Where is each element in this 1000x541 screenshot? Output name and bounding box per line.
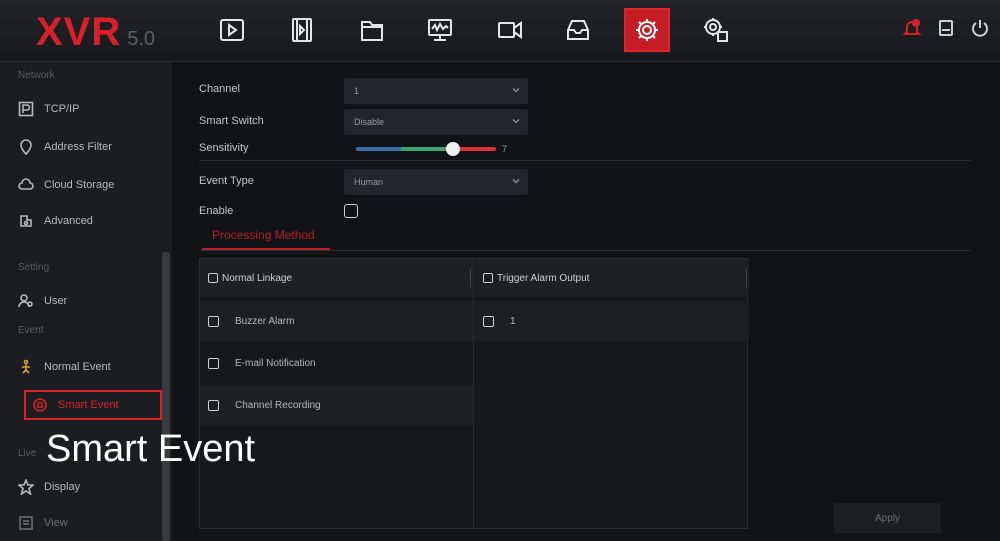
- sidebar-item-label: TCP/IP: [44, 103, 80, 115]
- trigger-alarm-label: Trigger Alarm Output: [497, 272, 590, 284]
- disk-icon[interactable]: [936, 18, 956, 43]
- sensitivity-slider-knob[interactable]: [446, 142, 460, 156]
- camera-icon[interactable]: [492, 12, 528, 48]
- sidebar-item-label: Cloud Storage: [44, 179, 115, 191]
- sidebar-section-network: Network: [18, 70, 55, 81]
- smart-switch-select[interactable]: Disable: [344, 109, 528, 135]
- playback-icon[interactable]: [214, 12, 250, 48]
- column-separator: [470, 269, 471, 287]
- view-icon: [19, 516, 33, 530]
- alarm-output-1-label: 1: [510, 315, 516, 327]
- list-item[interactable]: E-mail Notification: [200, 343, 473, 383]
- monitor-icon[interactable]: [422, 12, 458, 48]
- sidebar-item-advanced[interactable]: Advanced: [18, 206, 160, 236]
- system-settings-icon[interactable]: [698, 12, 734, 48]
- address-filter-icon: [20, 139, 32, 155]
- linkage-panel: Normal Linkage Buzzer Alarm E-mail Notif…: [199, 258, 749, 529]
- main-content: Channel 1 Smart Switch Disable Sensitivi…: [172, 62, 1000, 541]
- power-icon[interactable]: [970, 18, 990, 43]
- normal-event-icon: [22, 359, 30, 374]
- column-separator: [746, 269, 747, 287]
- sidebar-item-label: Smart Event: [58, 399, 119, 411]
- trigger-alarm-column: Trigger Alarm Output 1: [475, 259, 749, 528]
- sensitivity-slider-track[interactable]: [356, 147, 496, 151]
- sidebar-section-setting: Setting: [18, 262, 50, 273]
- channel-label: Channel: [199, 83, 240, 95]
- smart-switch-label: Smart Switch: [199, 115, 264, 127]
- sidebar-section-live: Live: [18, 448, 37, 459]
- enable-label: Enable: [199, 205, 234, 217]
- channel-value: 1: [354, 86, 360, 96]
- display-icon: [18, 479, 34, 495]
- logo-text: XVR: [36, 10, 122, 54]
- channel-select[interactable]: 1: [344, 78, 528, 104]
- app-logo: XVR 5.0: [36, 10, 155, 55]
- top-bar: XVR 5.0: [0, 0, 1000, 62]
- channel-recording-checkbox[interactable]: [208, 399, 219, 411]
- storage-icon[interactable]: [560, 12, 596, 48]
- list-item[interactable]: Channel Recording: [200, 385, 473, 425]
- sidebar-item-label: Normal Event: [44, 361, 111, 373]
- sidebar-item-smart-event[interactable]: Smart Event: [24, 390, 162, 420]
- sidebar-item-tcpip[interactable]: TCP/IP: [18, 94, 160, 124]
- trigger-alarm-checkbox[interactable]: [483, 273, 493, 283]
- sidebar-item-label: User: [44, 295, 68, 307]
- sensitivity-value: 7: [502, 144, 508, 154]
- list-item[interactable]: 1: [475, 301, 749, 341]
- sidebar-item-label: Display: [44, 481, 81, 493]
- tab-divider: [199, 250, 971, 251]
- folder-icon[interactable]: [354, 12, 390, 48]
- top-right-icons: [902, 18, 1000, 43]
- chevron-down-icon: [512, 117, 520, 125]
- sidebar-item-address-filter[interactable]: Address Filter: [18, 132, 160, 162]
- video-clip-icon[interactable]: [284, 12, 320, 48]
- smart-event-icon: [33, 398, 47, 412]
- settings-icon[interactable]: [624, 8, 670, 52]
- normal-linkage-column: Normal Linkage Buzzer Alarm E-mail Notif…: [200, 259, 474, 528]
- cloud-storage-icon: [18, 178, 34, 190]
- sidebar-item-display[interactable]: Display: [18, 472, 160, 502]
- enable-checkbox[interactable]: [344, 204, 358, 218]
- alarm-output-1-checkbox[interactable]: [483, 315, 494, 327]
- normal-linkage-checkbox[interactable]: [208, 273, 218, 283]
- tcpip-icon: [18, 101, 34, 117]
- trigger-alarm-header[interactable]: Trigger Alarm Output: [475, 259, 749, 297]
- sidebar-section-event: Event: [18, 325, 44, 336]
- advanced-icon: [20, 215, 32, 227]
- channel-recording-label: Channel Recording: [235, 399, 321, 411]
- event-type-select[interactable]: Human: [344, 169, 528, 195]
- sensitivity-label: Sensitivity: [199, 142, 249, 154]
- sidebar-item-view[interactable]: View: [18, 508, 160, 538]
- email-notification-checkbox[interactable]: [208, 357, 219, 369]
- event-type-label: Event Type: [199, 175, 254, 187]
- sidebar-item-cloud-storage[interactable]: Cloud Storage: [18, 170, 160, 200]
- list-item[interactable]: Buzzer Alarm: [200, 301, 473, 341]
- divider: [199, 160, 971, 161]
- buzzer-alarm-checkbox[interactable]: [208, 315, 219, 327]
- sidebar-item-user[interactable]: User: [18, 286, 160, 316]
- sidebar-scrollbar[interactable]: [162, 252, 170, 541]
- email-notification-label: E-mail Notification: [235, 357, 316, 369]
- sidebar-item-label: Address Filter: [44, 141, 112, 153]
- chevron-down-icon: [512, 177, 520, 185]
- normal-linkage-header[interactable]: Normal Linkage: [200, 259, 473, 297]
- sidebar-item-label: View: [44, 517, 68, 529]
- chevron-down-icon: [512, 86, 520, 94]
- logo-version: 5.0: [127, 28, 156, 50]
- event-type-value: Human: [354, 177, 384, 187]
- buzzer-alarm-label: Buzzer Alarm: [235, 315, 295, 327]
- alarm-bell-icon[interactable]: [902, 18, 922, 43]
- normal-linkage-label: Normal Linkage: [222, 272, 293, 284]
- sidebar-item-normal-event[interactable]: Normal Event: [18, 352, 160, 382]
- smart-switch-value: Disable: [354, 117, 385, 127]
- user-icon: [18, 294, 33, 308]
- apply-button[interactable]: Apply: [834, 503, 941, 533]
- sidebar-item-label: Advanced: [44, 215, 93, 227]
- overlay-caption: Smart Event: [46, 428, 256, 470]
- tab-processing-method[interactable]: Processing Method: [212, 228, 315, 242]
